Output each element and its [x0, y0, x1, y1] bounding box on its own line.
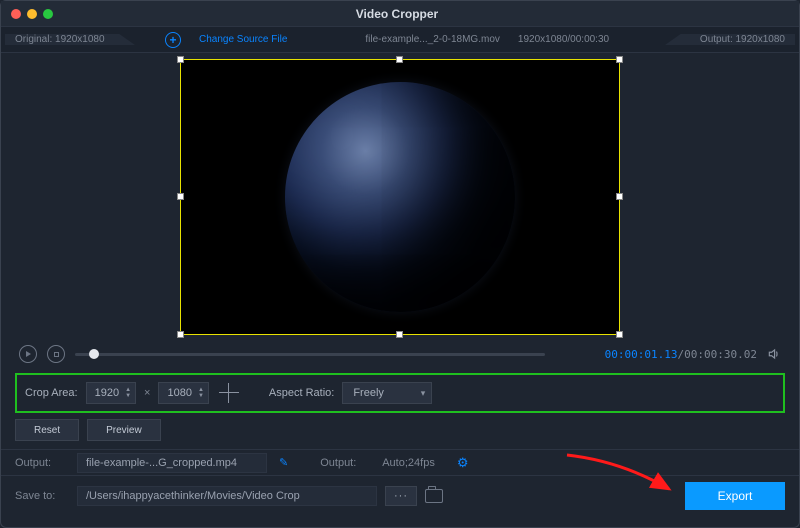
- preview-button[interactable]: Preview: [87, 419, 161, 441]
- close-icon[interactable]: [11, 9, 21, 19]
- crop-handle-tr[interactable]: [616, 56, 623, 63]
- width-step-up[interactable]: ▲: [125, 388, 131, 393]
- multiply-icon: ×: [144, 387, 150, 399]
- aspect-ratio-label: Aspect Ratio:: [269, 387, 334, 399]
- crop-handle-tl[interactable]: [177, 56, 184, 63]
- saveto-row: Save to: /Users/ihappyacethinker/Movies/…: [1, 475, 799, 515]
- width-step-down[interactable]: ▼: [125, 394, 131, 399]
- play-icon: [26, 351, 31, 357]
- action-buttons-row: Reset Preview: [1, 419, 799, 449]
- window-title: Video Cropper: [53, 7, 741, 21]
- output-params-label: Output:: [320, 457, 374, 469]
- crop-handle-bm[interactable]: [396, 331, 403, 338]
- change-source-link[interactable]: Change Source File: [199, 34, 287, 45]
- time-total: 00:00:30.02: [684, 348, 757, 361]
- crop-handle-bl[interactable]: [177, 331, 184, 338]
- output-resolution: Output: 1920x1080: [665, 34, 795, 45]
- time-current: 00:00:01.13: [605, 348, 678, 361]
- maximize-icon[interactable]: [43, 9, 53, 19]
- open-folder-icon[interactable]: [425, 489, 443, 503]
- output-label: Output:: [15, 457, 69, 469]
- source-filename: file-example..._2-0-18MG.mov: [365, 34, 500, 45]
- export-button[interactable]: Export: [685, 482, 785, 510]
- crop-frame[interactable]: [180, 59, 620, 335]
- height-step-up[interactable]: ▲: [198, 388, 204, 393]
- reset-button[interactable]: Reset: [15, 419, 79, 441]
- play-button[interactable]: [19, 345, 37, 363]
- minimize-icon[interactable]: [27, 9, 37, 19]
- crop-handle-tm[interactable]: [396, 56, 403, 63]
- crop-handle-br[interactable]: [616, 331, 623, 338]
- playback-bar: 00:00:01.13/00:00:30.02: [1, 339, 799, 369]
- saveto-label: Save to:: [15, 490, 69, 502]
- stop-icon: [54, 352, 59, 357]
- aspect-ratio-dropdown[interactable]: Freely: [342, 382, 432, 404]
- output-row: Output: file-example-...G_cropped.mp4 ✎ …: [1, 449, 799, 475]
- center-crop-icon[interactable]: [217, 381, 241, 405]
- crop-height-input[interactable]: 1080 ▲▼: [158, 382, 208, 404]
- top-info-bar: Original: 1920x1080 + Change Source File…: [1, 27, 799, 53]
- crop-handle-ml[interactable]: [177, 193, 184, 200]
- saveto-path: /Users/ihappyacethinker/Movies/Video Cro…: [77, 486, 377, 506]
- seek-thumb[interactable]: [89, 349, 99, 359]
- stop-button[interactable]: [47, 345, 65, 363]
- original-resolution: Original: 1920x1080: [5, 34, 135, 45]
- traffic-lights: [11, 9, 53, 19]
- crop-controls-row: Crop Area: 1920 ▲▼ × 1080 ▲▼ Aspect Rati…: [15, 373, 785, 413]
- edit-filename-icon[interactable]: ✎: [275, 456, 292, 469]
- browse-path-button[interactable]: ···: [385, 486, 417, 506]
- time-readout: 00:00:01.13/00:00:30.02: [605, 348, 757, 361]
- output-params: Auto;24fps: [382, 457, 435, 469]
- seek-slider[interactable]: [75, 353, 545, 356]
- crop-handle-mr[interactable]: [616, 193, 623, 200]
- source-dims-duration: 1920x1080/00:00:30: [518, 34, 609, 45]
- preview-zone: [1, 53, 799, 339]
- video-frame-image: [285, 82, 515, 312]
- add-source-icon[interactable]: +: [165, 32, 181, 48]
- output-filename: file-example-...G_cropped.mp4: [77, 453, 267, 473]
- volume-icon[interactable]: [767, 347, 781, 361]
- settings-gear-icon[interactable]: ⚙: [457, 455, 469, 471]
- crop-width-input[interactable]: 1920 ▲▼: [86, 382, 136, 404]
- crop-area-label: Crop Area:: [25, 387, 78, 399]
- titlebar: Video Cropper: [1, 1, 799, 27]
- height-step-down[interactable]: ▼: [198, 394, 204, 399]
